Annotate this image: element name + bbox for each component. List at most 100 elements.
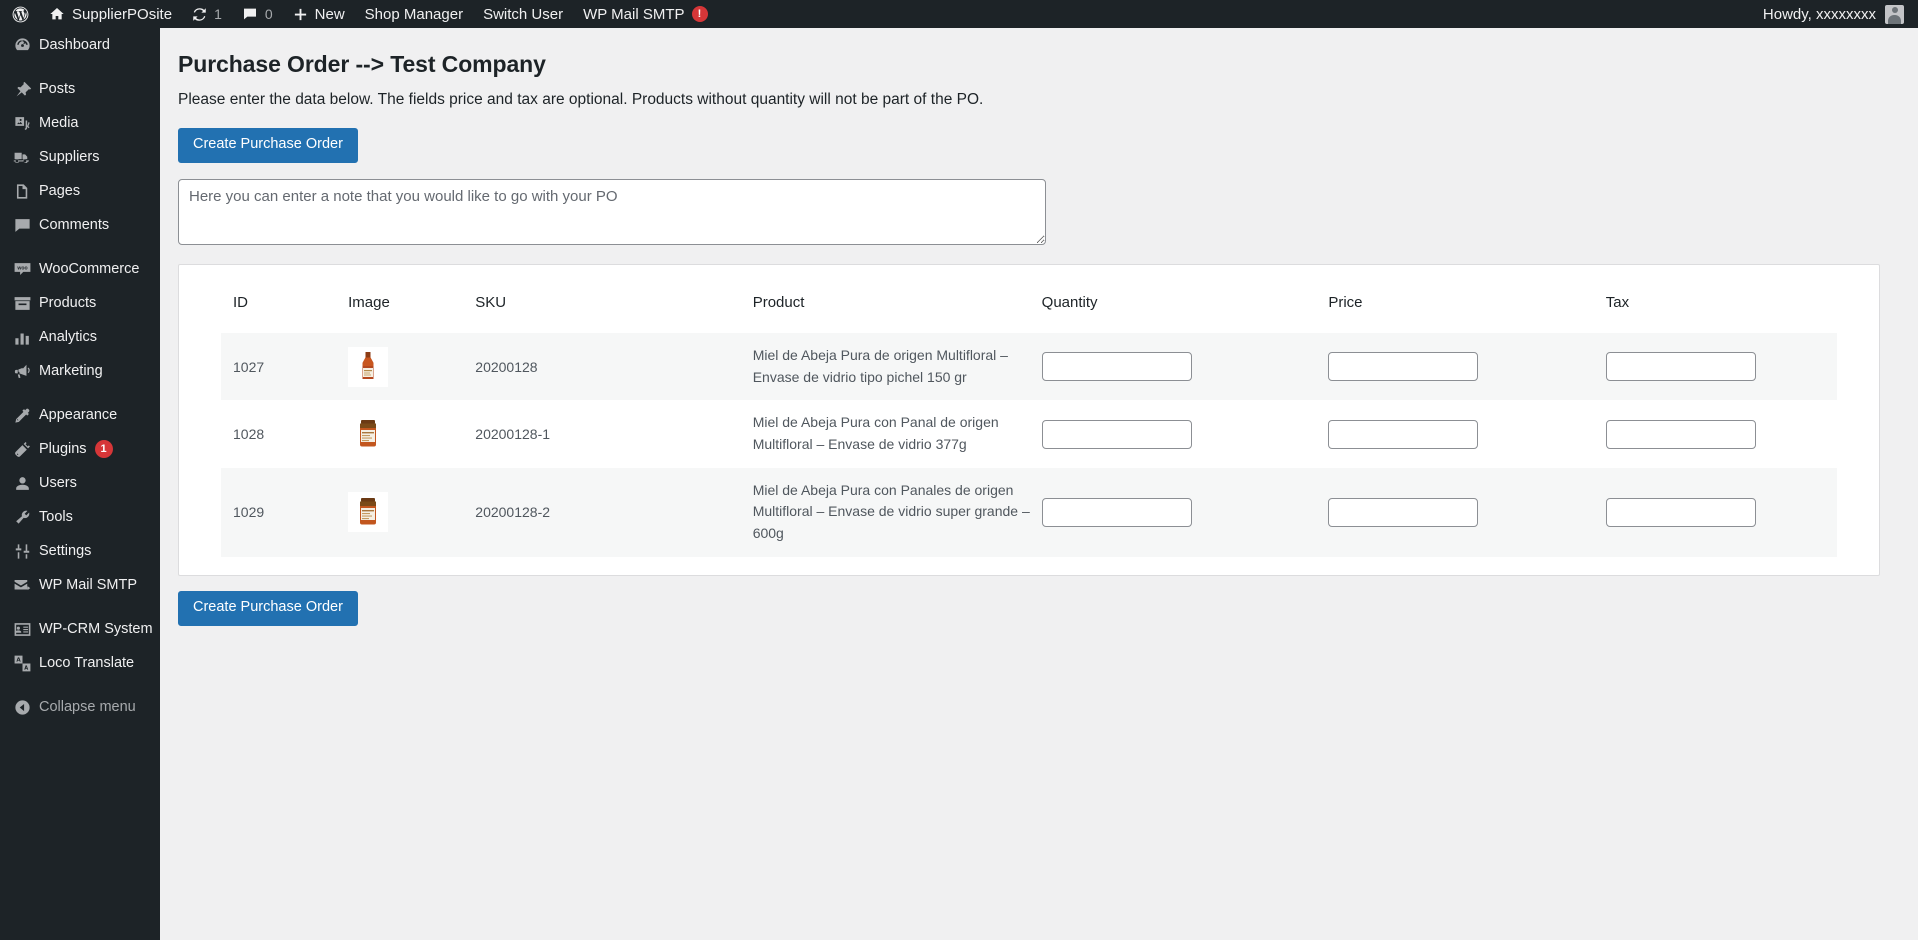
menu-separator (0, 680, 160, 690)
table-header-row: ID Image SKU Product Quantity Price Tax (221, 265, 1837, 333)
chart-bars-icon (13, 327, 39, 347)
sidebar-item-appearance[interactable]: Appearance (0, 398, 160, 432)
cell-product-id: 1028 (233, 426, 265, 442)
sidebar-item-wp-crm-system[interactable]: WP-CRM System (0, 612, 160, 646)
updates-count: 1 (214, 6, 222, 22)
admin-sidebar-menu: Dashboard Posts Media Suppliers Pages Comment… (0, 28, 160, 940)
comment-icon (13, 215, 39, 235)
sidebar-item-pages[interactable]: Pages (0, 174, 160, 208)
dashboard-icon (13, 35, 39, 55)
shop-manager-label: Shop Manager (364, 5, 464, 23)
switch-user-menu[interactable]: Switch User (473, 0, 573, 28)
sidebar-item-label: Pages (39, 183, 81, 199)
sidebar-item-woocommerce[interactable]: woo WooCommerce (0, 252, 160, 286)
table-row: 1029 20200128-2 Miel de Abeja Pura con Pan… (221, 467, 1837, 557)
column-header-id: ID (233, 293, 248, 311)
updates-menu[interactable]: 1 (182, 0, 232, 28)
sidebar-item-collapse-menu[interactable]: Collapse menu (0, 690, 160, 724)
sidebar-item-label: Settings (39, 543, 92, 559)
account-menu[interactable]: Howdy, xxxxxxxx (1762, 4, 1918, 24)
wrench-icon (13, 507, 39, 527)
page-description: Please enter the data below. The fields … (178, 91, 984, 108)
column-header-sku: SKU (475, 293, 507, 311)
price-input[interactable] (1328, 497, 1479, 527)
sidebar-item-settings[interactable]: Settings (0, 534, 160, 568)
cell-quantity (1041, 332, 1329, 401)
sidebar-item-label: WooCommerce (39, 261, 140, 277)
translate-icon (13, 653, 39, 673)
sidebar-item-tools[interactable]: Tools (0, 500, 160, 534)
page-icon (13, 181, 39, 201)
shop-manager-menu[interactable]: Shop Manager (355, 0, 473, 28)
sidebar-item-label: Products (39, 295, 97, 311)
avatar (1885, 4, 1904, 24)
page-title: Purchase Order --> Test Company (178, 51, 546, 77)
cell-quantity (1041, 400, 1329, 467)
cell-tax (1605, 467, 1837, 557)
sidebar-item-label: Dashboard (39, 37, 110, 53)
cell-product-id: 1029 (221, 467, 349, 557)
sidebar-item-users[interactable]: Users (0, 466, 160, 500)
cell-sku: 20200128-2 (475, 467, 753, 557)
wp-mail-smtp-alert-badge: ! (691, 6, 708, 22)
menu-separator (0, 62, 160, 72)
wordpress-logo-button[interactable] (0, 0, 39, 28)
sidebar-item-plugins[interactable]: Plugins 1 (0, 432, 160, 466)
bottom-button-wrap: Create Purchase Order (178, 590, 1896, 626)
sidebar-item-suppliers[interactable]: Suppliers (0, 140, 160, 174)
price-input[interactable] (1328, 352, 1479, 382)
column-header-product: Product (752, 293, 805, 311)
create-purchase-order-button-top[interactable]: Create Purchase Order (178, 128, 358, 163)
honey-jar-thumbnail (348, 492, 389, 533)
sidebar-item-media[interactable]: Media (0, 106, 160, 140)
svg-text:woo: woo (16, 265, 27, 271)
table-row: 1028 20200128-1 Miel de Abeja Pura con Pan… (221, 400, 1837, 467)
sidebar-item-posts[interactable]: Posts (0, 72, 160, 106)
quantity-input[interactable] (1041, 497, 1192, 527)
sidebar-item-label: Collapse menu (39, 699, 136, 715)
products-table-card: ID Image SKU Product Quantity Price Tax … (178, 263, 1880, 576)
quantity-input[interactable] (1041, 352, 1192, 382)
id-card-icon (13, 619, 39, 639)
sidebar-item-label: Comments (39, 217, 110, 233)
sidebar-item-wp-mail-smtp[interactable]: WP Mail SMTP (0, 568, 160, 602)
plus-icon (293, 7, 308, 22)
column-header-quantity: Quantity (1041, 293, 1098, 311)
sidebar-item-comments[interactable]: Comments (0, 208, 160, 242)
pin-icon (13, 79, 39, 99)
sidebar-item-label: Plugins (39, 441, 87, 457)
sidebar-item-label: Suppliers (39, 149, 100, 165)
tax-input[interactable] (1605, 497, 1756, 527)
tax-input[interactable] (1605, 352, 1756, 382)
new-content-menu[interactable]: New (283, 0, 355, 28)
main-content: Purchase Order --> Test Company Please e… (160, 28, 1918, 940)
honey-bottle-thumbnail (348, 346, 389, 387)
quantity-input[interactable] (1041, 419, 1192, 449)
honey-jar-thumbnail (348, 414, 389, 454)
sidebar-item-loco-translate[interactable]: Loco Translate (0, 646, 160, 680)
comments-menu[interactable]: 0 (232, 0, 283, 28)
sidebar-item-products[interactable]: Products (0, 286, 160, 320)
site-name-menu[interactable]: SupplierPOsite (39, 0, 182, 28)
cell-product-name: Miel de Abeja Pura con Panales de origen… (752, 467, 1042, 557)
sidebar-item-analytics[interactable]: Analytics (0, 320, 160, 354)
create-purchase-order-button-bottom[interactable]: Create Purchase Order (178, 590, 358, 626)
sidebar-item-label: Users (39, 475, 77, 491)
tax-input[interactable] (1605, 419, 1756, 449)
sidebar-item-dashboard[interactable]: Dashboard (0, 28, 160, 62)
sliders-icon (13, 541, 39, 561)
wp-mail-smtp-menu[interactable]: WP Mail SMTP ! (573, 0, 717, 28)
woo-icon: woo (13, 259, 39, 279)
sidebar-item-marketing[interactable]: Marketing (0, 354, 160, 388)
po-note-textarea[interactable] (178, 178, 1046, 245)
truck-icon (13, 147, 39, 167)
menu-separator (0, 602, 160, 612)
products-table-head: ID Image SKU Product Quantity Price Tax (221, 265, 1837, 333)
sidebar-item-label: Marketing (39, 363, 103, 379)
cell-product-name: Miel de Abeja Pura con Panal de origen M… (752, 414, 999, 452)
menu-separator (0, 242, 160, 252)
sidebar-item-label: Tools (39, 509, 73, 525)
howdy-label: Howdy, xxxxxxxx (1762, 5, 1876, 23)
admin-bar: SupplierPOsite 1 0 New Shop Manager Swit… (0, 0, 1918, 28)
price-input[interactable] (1328, 419, 1479, 449)
